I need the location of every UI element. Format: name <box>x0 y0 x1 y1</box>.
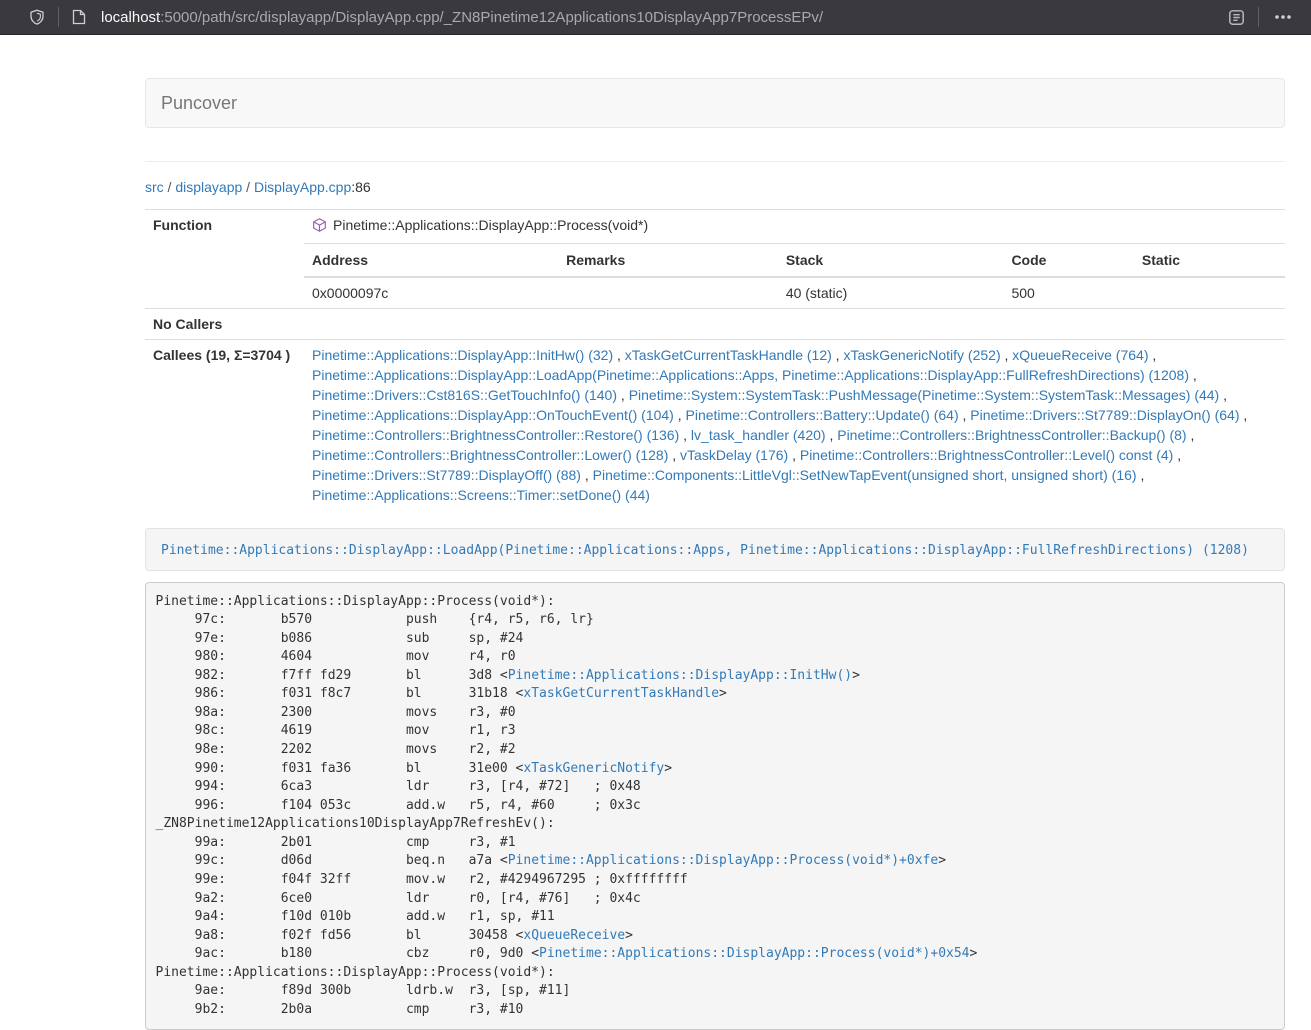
callee-separator: , <box>1137 467 1145 483</box>
code-symbol-link[interactable]: Pinetime::Applications::DisplayApp::Proc… <box>508 853 938 868</box>
breadcrumb-line-number: :86 <box>351 179 370 195</box>
callee-link[interactable]: Pinetime::Applications::Screens::Timer::… <box>312 487 650 503</box>
callee-separator: , <box>1001 347 1013 363</box>
value-cell <box>1134 277 1285 308</box>
callees-cell: Pinetime::Applications::DisplayApp::Init… <box>304 340 1285 511</box>
toolbar-divider <box>1258 7 1259 27</box>
callee-link[interactable]: vTaskDelay (176) <box>680 447 788 463</box>
highlighted-callee-link[interactable]: Pinetime::Applications::DisplayApp::Load… <box>161 543 1249 558</box>
code-symbol-link[interactable]: Pinetime::Applications::DisplayApp::Init… <box>508 668 852 683</box>
callee-separator: , <box>1240 407 1248 423</box>
app-header: Puncover <box>145 78 1285 128</box>
overflow-menu-icon[interactable] <box>1265 3 1301 31</box>
callee-link[interactable]: xQueueReceive (764) <box>1012 347 1148 363</box>
column-header: Static <box>1134 244 1285 277</box>
callee-link[interactable]: Pinetime::Controllers::BrightnessControl… <box>837 427 1186 443</box>
breadcrumb-separator: / <box>164 179 176 195</box>
function-name: Pinetime::Applications::DisplayApp::Proc… <box>333 217 648 233</box>
breadcrumb-link[interactable]: src <box>145 179 164 195</box>
callee-separator: , <box>1187 427 1195 443</box>
column-header: Stack <box>778 244 1004 277</box>
callee-link[interactable]: Pinetime::Drivers::St7789::DisplayOn() (… <box>970 407 1239 423</box>
callee-link[interactable]: Pinetime::Controllers::BrightnessControl… <box>800 447 1173 463</box>
code-symbol-link[interactable]: xQueueReceive <box>523 928 625 943</box>
disassembly: Pinetime::Applications::DisplayApp::Proc… <box>145 582 1285 1030</box>
callee-link[interactable]: Pinetime::Components::LittleVgl::SetNewT… <box>593 467 1137 483</box>
callee-link[interactable]: Pinetime::Drivers::St7789::DisplayOff() … <box>312 467 581 483</box>
callee-link[interactable]: Pinetime::Controllers::BrightnessControl… <box>312 447 668 463</box>
value-cell: 0x0000097c <box>304 277 558 308</box>
callee-link[interactable]: Pinetime::Applications::DisplayApp::OnTo… <box>312 407 674 423</box>
url-bar[interactable]: localhost:5000/path/src/displayapp/Displ… <box>93 1 1221 34</box>
callee-separator: , <box>679 427 691 443</box>
function-table: Function Pinetime::Applications::Display… <box>145 209 1285 510</box>
code-symbol-link[interactable]: Pinetime::Applications::DisplayApp::Proc… <box>539 946 969 961</box>
callee-separator: , <box>959 407 971 423</box>
shield-icon[interactable] <box>22 3 52 31</box>
callee-link[interactable]: lv_task_handler (420) <box>691 427 826 443</box>
value-cell <box>558 277 778 308</box>
function-details-row: AddressRemarksStackCodeStatic 0x0000097c… <box>145 244 1285 309</box>
callee-separator: , <box>617 387 629 403</box>
code-symbol-link[interactable]: xTaskGetCurrentTaskHandle <box>523 686 719 701</box>
callers-cell <box>304 309 1285 340</box>
toolbar-divider <box>58 7 59 27</box>
function-label: Function <box>145 210 304 309</box>
cube-icon <box>312 217 327 238</box>
callee-link[interactable]: Pinetime::Applications::DisplayApp::Load… <box>312 367 1189 383</box>
breadcrumb-link[interactable]: displayapp <box>175 179 242 195</box>
browser-toolbar: localhost:5000/path/src/displayapp/Displ… <box>0 0 1311 35</box>
callee-separator: , <box>674 407 686 423</box>
callee-separator: , <box>613 347 625 363</box>
column-header: Address <box>304 244 558 277</box>
callee-separator: , <box>788 447 800 463</box>
callee-separator: , <box>581 467 593 483</box>
callee-link[interactable]: Pinetime::Controllers::BrightnessControl… <box>312 427 679 443</box>
callee-link[interactable]: xTaskGetCurrentTaskHandle (12) <box>625 347 832 363</box>
url-host: localhost <box>101 9 160 26</box>
page-icon[interactable] <box>65 3 93 31</box>
function-row: Function Pinetime::Applications::Display… <box>145 210 1285 244</box>
callee-separator: , <box>1219 387 1227 403</box>
callee-separator: , <box>1148 347 1156 363</box>
app-title: Puncover <box>161 93 237 114</box>
function-name-cell: Pinetime::Applications::DisplayApp::Proc… <box>304 210 1285 244</box>
callee-link[interactable]: xTaskGenericNotify (252) <box>843 347 1000 363</box>
code-symbol-link[interactable]: xTaskGenericNotify <box>523 761 664 776</box>
callee-separator: , <box>668 447 680 463</box>
function-details-table: AddressRemarksStackCodeStatic 0x0000097c… <box>304 244 1285 308</box>
no-callers-row: No Callers <box>145 309 1285 340</box>
callee-link[interactable]: Pinetime::Applications::DisplayApp::Init… <box>312 347 613 363</box>
column-header: Remarks <box>558 244 778 277</box>
value-cell: 40 (static) <box>778 277 1004 308</box>
breadcrumb-link[interactable]: DisplayApp.cpp <box>254 179 351 195</box>
callee-link[interactable]: Pinetime::System::SystemTask::PushMessag… <box>629 387 1220 403</box>
breadcrumb-separator: / <box>242 179 254 195</box>
callee-separator: , <box>1189 367 1197 383</box>
inner-table-header-row: AddressRemarksStackCodeStatic <box>304 244 1285 277</box>
callees-row: Callees (19, Σ=3704 ) Pinetime::Applicat… <box>145 340 1285 511</box>
highlighted-callee: Pinetime::Applications::DisplayApp::Load… <box>145 528 1285 571</box>
callee-link[interactable]: Pinetime::Controllers::Battery::Update()… <box>686 407 959 423</box>
breadcrumb: src / displayapp / DisplayApp.cpp:86 <box>145 177 1285 197</box>
no-callers-label: No Callers <box>145 309 304 340</box>
inner-table-value-row: 0x0000097c 40 (static)500 <box>304 277 1285 308</box>
callee-separator: , <box>832 347 844 363</box>
value-cell: 500 <box>1003 277 1133 308</box>
callee-separator: , <box>1173 447 1181 463</box>
callees-label: Callees (19, Σ=3704 ) <box>145 340 304 511</box>
divider <box>145 161 1285 162</box>
page-content: Puncover src / displayapp / DisplayApp.c… <box>145 78 1285 1030</box>
column-header: Code <box>1003 244 1133 277</box>
callee-link[interactable]: Pinetime::Drivers::Cst816S::GetTouchInfo… <box>312 387 617 403</box>
url-path: :5000/path/src/displayapp/DisplayApp.cpp… <box>160 9 823 26</box>
reader-mode-icon[interactable] <box>1221 3 1252 31</box>
callee-separator: , <box>826 427 838 443</box>
